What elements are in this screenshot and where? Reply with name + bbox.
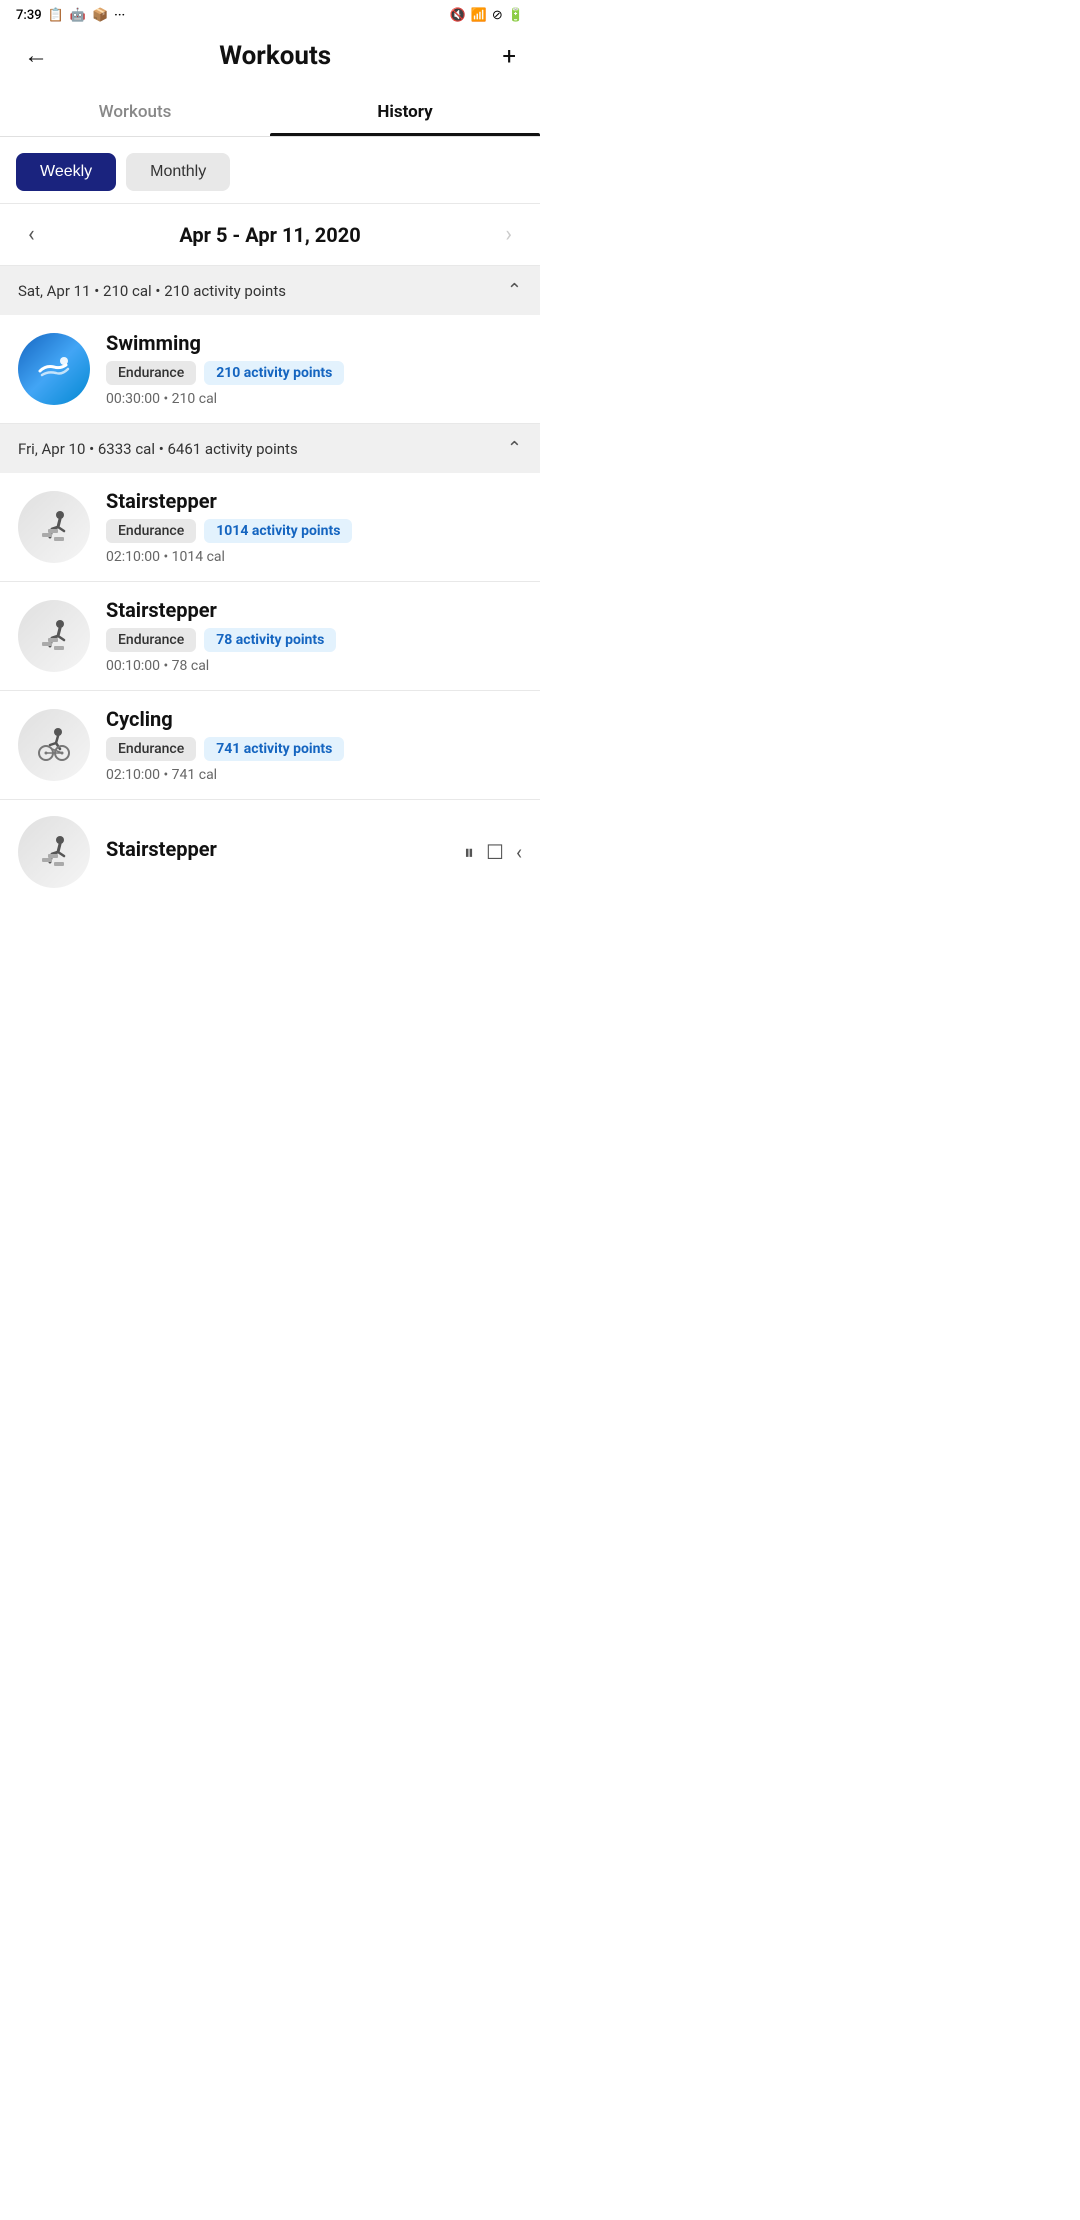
tag-points-stairstepper-2: 78 activity points [204,628,336,652]
workout-name-cycling: Cycling [106,707,522,731]
workout-tags-swimming: Endurance 210 activity points [106,361,522,385]
workout-name-swimming: Swimming [106,331,522,355]
day-header-sat[interactable]: Sat, Apr 11 • 210 cal • 210 activity poi… [0,266,540,315]
back-icon[interactable]: ‹ [516,840,522,864]
tag-endurance-stairstepper-2: Endurance [106,628,196,652]
weekly-button[interactable]: Weekly [16,153,116,191]
workout-tags-cycling: Endurance 741 activity points [106,737,522,761]
tag-points-cycling: 741 activity points [204,737,344,761]
wifi-icon: 📶 [471,8,487,23]
chevron-up-icon-fri: ⌃ [507,438,522,459]
day-header-text-fri: Fri, Apr 10 • 6333 cal • 6461 activity p… [18,440,298,458]
workout-avatar-cycling [18,709,90,781]
day-header-text-sat: Sat, Apr 11 • 210 cal • 210 activity poi… [18,282,286,300]
next-date-button[interactable]: › [497,218,520,251]
monthly-button[interactable]: Monthly [126,153,230,191]
check-icon[interactable]: ☐ [486,840,504,864]
workout-avatar-stairstepper-1 [18,491,90,563]
mute-icon: 🔇 [450,8,466,23]
dnd-icon: ⊘ [492,8,503,23]
workout-avatar-stairstepper-2 [18,600,90,672]
chevron-up-icon-sat: ⌃ [507,280,522,301]
workout-info-cycling: Cycling Endurance 741 activity points 02… [106,707,522,783]
workout-info-swimming: Swimming Endurance 210 activity points 0… [106,331,522,407]
workout-info-stairstepper-1: Stairstepper Endurance 1014 activity poi… [106,489,522,565]
tag-points-swimming: 210 activity points [204,361,344,385]
tab-history[interactable]: History [270,88,540,136]
day-header-fri[interactable]: Fri, Apr 10 • 6333 cal • 6461 activity p… [0,424,540,473]
workout-name-partial: Stairstepper [106,837,448,861]
workout-name-stairstepper-2: Stairstepper [106,598,522,622]
workout-stats-swimming: 00:30:00 • 210 cal [106,391,522,407]
workout-info-stairstepper-2: Stairstepper Endurance 78 activity point… [106,598,522,674]
workout-stats-stairstepper-1: 02:10:00 • 1014 cal [106,549,522,565]
partial-controls: ⏸ ☐ ‹ [464,840,522,864]
tag-points-stairstepper-1: 1014 activity points [204,519,352,543]
workout-item-partial[interactable]: Stairstepper ⏸ ☐ ‹ [0,800,540,904]
day-section-sat-apr-11: Sat, Apr 11 • 210 cal • 210 activity poi… [0,266,540,424]
pause-icon[interactable]: ⏸ [464,840,474,864]
tab-workouts[interactable]: Workouts [0,88,270,136]
archive-icon: 📦 [92,8,108,23]
back-button[interactable]: ← [20,37,52,74]
view-selector: Weekly Monthly [0,137,540,203]
workout-name-stairstepper-1: Stairstepper [106,489,522,513]
clipboard-icon: 📋 [48,8,64,23]
add-button[interactable]: + [498,38,520,74]
workout-stats-stairstepper-2: 00:10:00 • 78 cal [106,658,522,674]
workout-tags-stairstepper-1: Endurance 1014 activity points [106,519,522,543]
workout-avatar-swimming [18,333,90,405]
date-navigator: ‹ Apr 5 - Apr 11, 2020 › [0,203,540,266]
battery-icon: 🔋 [508,8,524,23]
day-section-fri-apr-10: Fri, Apr 10 • 6333 cal • 6461 activity p… [0,424,540,904]
prev-date-button[interactable]: ‹ [20,218,43,251]
workout-item-stairstepper-1[interactable]: Stairstepper Endurance 1014 activity poi… [0,473,540,582]
workout-item-stairstepper-2[interactable]: Stairstepper Endurance 78 activity point… [0,582,540,691]
time-display: 7:39 [16,8,42,23]
tag-endurance-cycling: Endurance [106,737,196,761]
tabs-container: Workouts History [0,88,540,137]
android-icon: 🤖 [70,8,86,23]
page-title: Workouts [219,41,331,71]
workout-stats-cycling: 02:10:00 • 741 cal [106,767,522,783]
workout-info-partial: Stairstepper [106,837,448,867]
tag-endurance-stairstepper-1: Endurance [106,519,196,543]
tag-endurance-swimming: Endurance [106,361,196,385]
status-bar: 7:39 📋 🤖 📦 ··· 🔇 📶 ⊘ 🔋 [0,0,540,27]
workout-avatar-partial [18,816,90,888]
workout-item-cycling[interactable]: Cycling Endurance 741 activity points 02… [0,691,540,800]
app-bar: ← Workouts + [0,27,540,88]
workout-item-swimming[interactable]: Swimming Endurance 210 activity points 0… [0,315,540,424]
dots-icon: ··· [114,8,125,23]
date-range-label: Apr 5 - Apr 11, 2020 [179,223,360,247]
workout-tags-stairstepper-2: Endurance 78 activity points [106,628,522,652]
